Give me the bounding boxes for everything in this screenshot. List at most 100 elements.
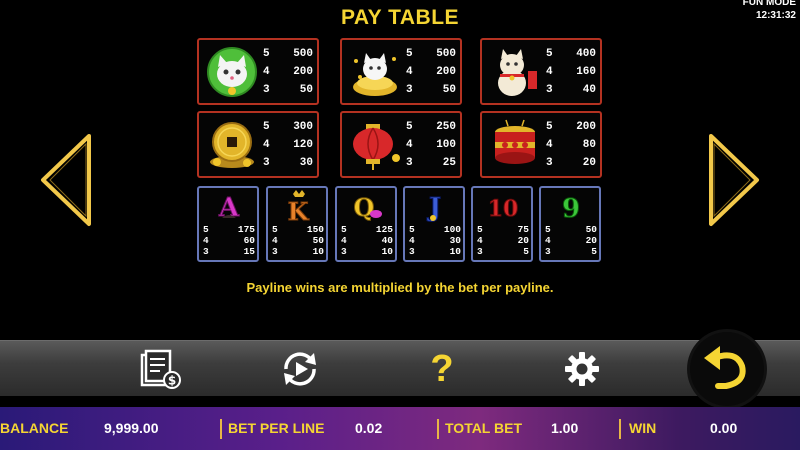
payout-amount: 60	[243, 235, 255, 246]
match-count: 4	[272, 235, 278, 246]
paytable-card: 5 200 4 80 3 20	[480, 111, 602, 178]
match-count: 3	[409, 246, 415, 257]
previous-page-arrow-icon[interactable]	[37, 132, 93, 228]
paytable-card: 5 250 4 100 3 25	[340, 111, 462, 178]
payout-row: 5 200	[546, 118, 598, 136]
balance-label: BALANCE	[0, 420, 69, 436]
win-label: WIN	[629, 420, 657, 436]
match-count: 4	[203, 235, 209, 246]
paytable-card-small: A 5 175 4 60 3 15	[197, 186, 259, 262]
payline-note: Payline wins are multiplied by the bet p…	[246, 280, 554, 295]
gear-icon[interactable]	[560, 347, 604, 391]
payout-row: 5 50	[545, 224, 597, 235]
match-count: 3	[263, 84, 270, 96]
payout-row: 3 50	[406, 81, 458, 99]
paytable-card: 5 500 4 200 3 50	[197, 38, 319, 105]
payout-amount: 10	[381, 246, 393, 257]
match-count: 5	[272, 224, 278, 235]
back-button[interactable]	[690, 332, 764, 406]
payout-row: 4 200	[263, 63, 315, 81]
payout-amount: 20	[585, 235, 597, 246]
balance-value: 9,999.00	[104, 420, 159, 436]
help-icon[interactable]: ?	[420, 347, 464, 391]
payout-row: 4 40	[341, 235, 393, 246]
firecracker-drum-icon	[495, 119, 535, 164]
payout-amount: 200	[436, 66, 456, 78]
payout-list: 5 500 4 200 3 50	[263, 45, 315, 99]
back-icon	[704, 346, 746, 389]
clock: 12:31:32	[755, 10, 796, 21]
match-count: 4	[406, 139, 413, 151]
payout-amount: 125	[375, 224, 393, 235]
match-count: 3	[406, 84, 413, 96]
payout-amount: 10	[449, 246, 461, 257]
bet-per-line-value: 0.02	[355, 420, 383, 436]
gold-coin-icon	[210, 122, 254, 168]
payout-list: 5 250 4 100 3 25	[406, 118, 458, 172]
match-count: 4	[545, 235, 551, 246]
autospin-icon[interactable]	[278, 347, 322, 391]
match-count: 5	[546, 121, 553, 133]
payout-amount: 150	[306, 224, 324, 235]
payout-row: 3 15	[203, 246, 255, 257]
next-page-arrow-icon[interactable]	[707, 132, 763, 228]
match-count: 5	[263, 121, 270, 133]
payout-row: 35	[545, 246, 597, 257]
payout-amount: 50	[312, 235, 324, 246]
letter-q-symbol-icon: Q	[353, 193, 382, 223]
lucky-cat-icon	[498, 49, 537, 96]
payout-row: 3 10	[341, 246, 393, 257]
match-count: 5	[546, 48, 553, 60]
payout-row: 4 80	[546, 136, 598, 154]
payout-amount: 400	[576, 48, 596, 60]
mode-indicator: FUN MODE 12:31:32	[743, 0, 796, 22]
paytable-card-small: 9 5 50 4 20 35	[539, 186, 601, 262]
paytable-card-small: Q 5 125 4 40 3 10	[335, 186, 397, 262]
paytable-card: 5 300 4 120 3 30	[197, 111, 319, 178]
payout-amount: 250	[436, 121, 456, 133]
payout-row: 3 10	[272, 246, 324, 257]
payout-amount: 5	[591, 246, 597, 257]
red-lantern-icon	[353, 124, 400, 170]
match-count: 5	[406, 48, 413, 60]
match-count: 3	[546, 84, 553, 96]
payout-row: 3 30	[263, 154, 315, 172]
payout-list: 5 175 4 60 3 15	[203, 224, 255, 257]
payout-list: 5 100 4 30 3 10	[409, 224, 461, 257]
letter-k-symbol-icon: K	[287, 190, 310, 224]
match-count: 4	[263, 139, 270, 151]
payout-list: 5 400 4 160 3 40	[546, 45, 598, 99]
match-count: 3	[545, 246, 551, 257]
payout-row: 5 500	[263, 45, 315, 63]
bet-per-line-label: BET PER LINE	[228, 420, 325, 436]
payout-row: 5 500	[406, 45, 458, 63]
match-count: 3	[341, 246, 347, 257]
payout-amount: 175	[237, 224, 255, 235]
payout-list: 5 300 4 120 3 30	[263, 118, 315, 172]
payout-row: 4 100	[406, 136, 458, 154]
payout-row: 3 40	[546, 81, 598, 99]
pay-table-title: PAY TABLE	[340, 6, 460, 29]
bet-settings-icon[interactable]: $	[138, 347, 182, 391]
payout-amount: 200	[293, 66, 313, 78]
divider	[437, 419, 439, 439]
payout-row: 5 175	[203, 224, 255, 235]
match-count: 5	[341, 224, 347, 235]
svg-text:K: K	[288, 197, 310, 224]
payout-list: 5 500 4 200 3 50	[406, 45, 458, 99]
match-count: 5	[545, 224, 551, 235]
payout-amount: 40	[381, 235, 393, 246]
payout-row: 5 150	[272, 224, 324, 235]
payout-row: 4 30	[409, 235, 461, 246]
payout-amount: 300	[293, 121, 313, 133]
payout-amount: 200	[576, 121, 596, 133]
payout-amount: 80	[582, 139, 596, 151]
payout-row: 3 25	[406, 154, 458, 172]
payout-row: 4 200	[406, 63, 458, 81]
payout-list: 5 200 4 80 3 20	[546, 118, 598, 172]
match-count: 4	[477, 235, 483, 246]
divider	[220, 419, 222, 439]
paytable-card-small: 10 5 75 4 20 35	[471, 186, 533, 262]
payout-list: 5 50 4 20 35	[545, 224, 597, 257]
payout-amount: 50	[299, 84, 313, 96]
